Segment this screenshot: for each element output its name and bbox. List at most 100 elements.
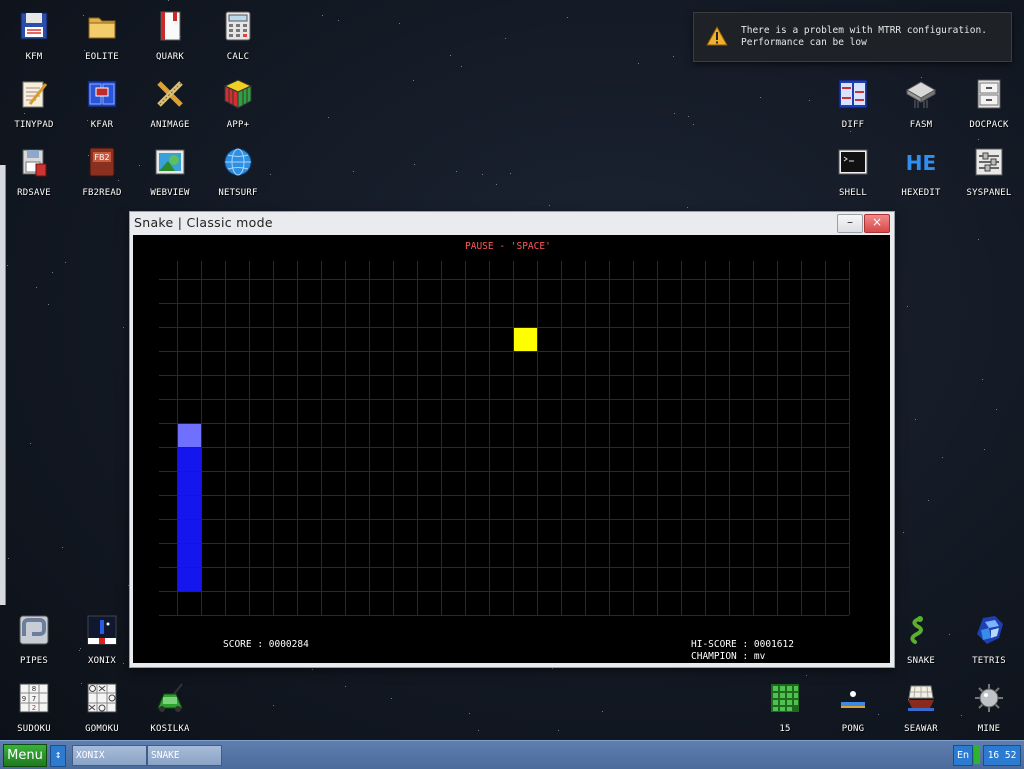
star [510, 173, 511, 174]
star [602, 711, 603, 712]
warning-icon [706, 26, 728, 46]
grid-tick [159, 375, 177, 376]
star [338, 20, 339, 21]
grid-line [225, 279, 226, 615]
snake-body-segment [178, 568, 201, 591]
clock[interactable]: 16 52 [983, 745, 1021, 766]
star [907, 306, 908, 307]
grid-tick [777, 261, 778, 279]
desktop-icon-seawar[interactable]: SEAWAR [889, 674, 953, 738]
desktop-icon-shell[interactable]: SHELL [821, 138, 885, 202]
desktop-icon-fb2read[interactable]: FB2 FB2READ [70, 138, 134, 202]
star [391, 698, 392, 699]
grid-tick [753, 261, 754, 279]
desktop-icon-mine[interactable]: MINE [957, 674, 1021, 738]
grid-tick [513, 261, 514, 279]
star [903, 532, 904, 533]
desktop-icon-rdsave[interactable]: RDSAVE [2, 138, 66, 202]
star [688, 116, 689, 117]
grid-line [201, 279, 202, 615]
desktop-icon-fasm[interactable]: FASM [889, 70, 953, 134]
snake-body-segment [178, 544, 201, 567]
taskbar: Menu ↕ XONIX SNAKE En 16 52 [0, 740, 1024, 769]
snake-head [178, 424, 201, 447]
star [270, 174, 271, 175]
desktop-icon-sudoku[interactable]: 8972 SUDOKU [2, 674, 66, 738]
desktop-icon-kfm[interactable]: KFM [2, 2, 66, 66]
grid-tick [393, 261, 394, 279]
grid-tick [345, 261, 346, 279]
star [552, 668, 553, 669]
desktop-icon-netsurf[interactable]: NETSURF [206, 138, 270, 202]
star [505, 38, 506, 39]
grid-line [465, 279, 466, 615]
battleship-icon [908, 685, 934, 711]
notification-text: There is a problem with MTRR configurati… [741, 25, 987, 49]
grid-line [393, 279, 394, 615]
desktop-icon-calc[interactable]: CALC [206, 2, 270, 66]
star [942, 457, 943, 458]
desktop-icon-quark[interactable]: QUARK [138, 2, 202, 66]
notification-line-1: There is a problem with MTRR configurati… [741, 25, 987, 36]
star [760, 97, 761, 98]
desktop-icon-webview[interactable]: WEBVIEW [138, 138, 202, 202]
grid-line [345, 279, 346, 615]
window-title[interactable]: Snake | Classic mode [134, 215, 273, 230]
star [7, 265, 8, 266]
close-button[interactable]: × [864, 214, 890, 233]
grid-tick [159, 543, 177, 544]
grid-tick [159, 495, 177, 496]
star [414, 164, 415, 165]
desktop-icon-docpack[interactable]: DOCPACK [957, 70, 1021, 134]
icon-label: APP+ [226, 120, 250, 130]
grid-tick [465, 261, 466, 279]
minimize-button[interactable]: – [837, 214, 863, 233]
desktop-icon-diff[interactable]: DIFF [821, 70, 885, 134]
desktop-icon-appplus[interactable]: APP+ [206, 70, 270, 134]
grid-tick [159, 303, 177, 304]
grid-tick [801, 261, 802, 279]
grid-tick [369, 261, 370, 279]
grid-tick [159, 471, 177, 472]
grid-tick [417, 261, 418, 279]
desktop-icon-syspanel[interactable]: SYSPANEL [957, 138, 1021, 202]
desktop-icon-kosilka[interactable]: KOSILKA [138, 674, 202, 738]
offscreen-window-edge[interactable] [0, 165, 6, 605]
pipes-icon [19, 615, 49, 645]
desktop-icon-kfar[interactable]: KFAR [70, 70, 134, 134]
window-switch-icon[interactable]: ↕ [50, 745, 66, 767]
desktop-icon-animage[interactable]: ANIMAGE [138, 70, 202, 134]
grid-tick [537, 261, 538, 279]
desktop-icon-hexedit[interactable]: HE HEXEDIT [889, 138, 953, 202]
grid-tick [159, 351, 177, 352]
snake-body-segment [178, 496, 201, 519]
task-button-xonix[interactable]: XONIX [72, 745, 147, 766]
star [36, 287, 37, 288]
mtrr-warning-notification[interactable]: There is a problem with MTRR configurati… [693, 12, 1012, 62]
desktop-icon-tetris[interactable]: TETRIS [957, 606, 1021, 670]
star [915, 419, 916, 420]
xonix-icon [87, 615, 117, 645]
grid-tick [159, 423, 177, 424]
star [984, 449, 985, 450]
star [322, 15, 323, 16]
star [482, 174, 483, 175]
game-canvas[interactable]: PAUSE - 'SPACE' SCORE : 0000284 HI-SCORE… [133, 235, 890, 663]
desktop-icon-eolite[interactable]: EOLITE [70, 2, 134, 66]
star [168, 0, 169, 1]
grid-tick [201, 261, 202, 279]
task-button-snake[interactable]: SNAKE [147, 745, 222, 766]
grid-line [489, 279, 490, 615]
desktop-icon-xonix[interactable]: XONIX [70, 606, 134, 670]
grid-tick [159, 591, 177, 592]
desktop-icon-pipes[interactable]: PIPES [2, 606, 66, 670]
desktop-icon-snake[interactable]: SNAKE [889, 606, 953, 670]
snake-window: Snake | Classic mode – × PAUSE - 'SPACE'… [129, 211, 895, 668]
desktop-icon-tinypad[interactable]: TINYPAD [2, 70, 66, 134]
desktop-icon-15[interactable]: 15 [753, 674, 817, 738]
desktop-icon-pong[interactable]: PONG [821, 674, 885, 738]
menu-button[interactable]: Menu [3, 744, 47, 767]
desktop-icon-gomoku[interactable]: GOMOKU [70, 674, 134, 738]
language-indicator[interactable]: En [953, 745, 973, 766]
grid-line [801, 279, 802, 615]
